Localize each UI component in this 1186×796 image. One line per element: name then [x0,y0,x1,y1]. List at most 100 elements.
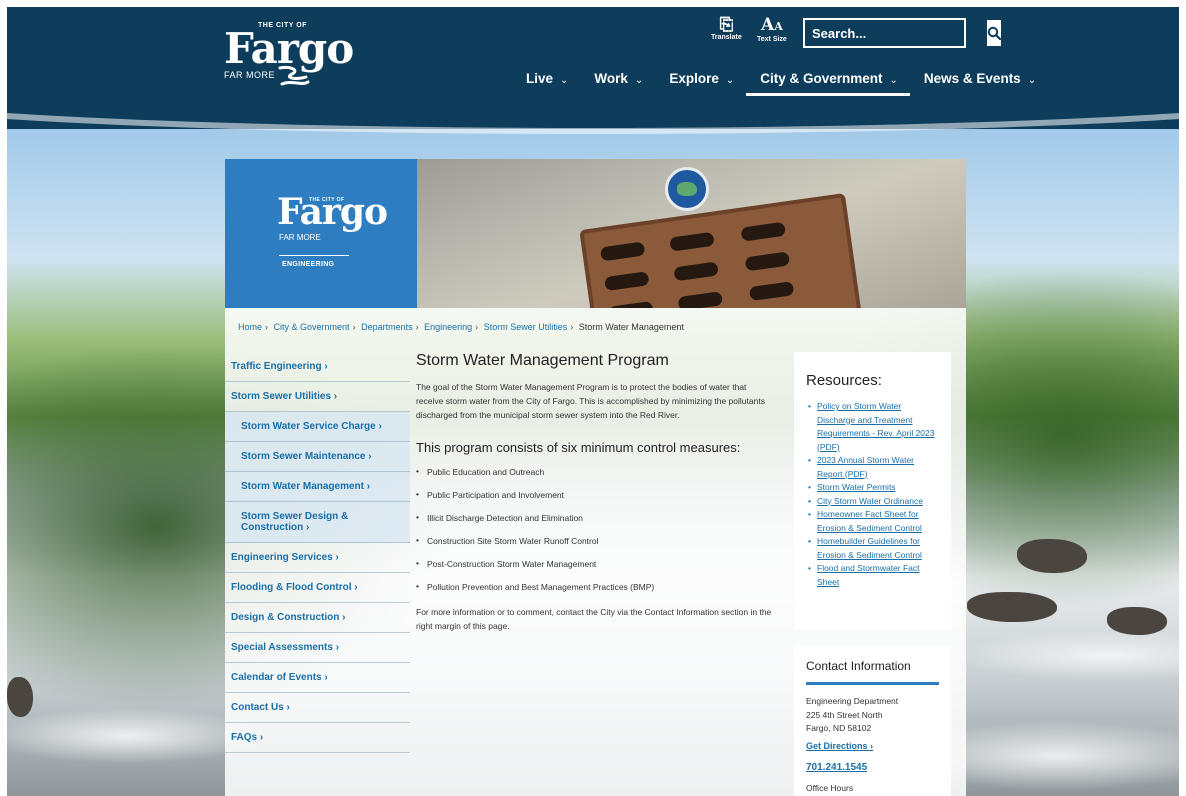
contact-department: Engineering Department [806,696,899,706]
sidebar-item-design-construction[interactable]: Design & Construction › [225,603,410,633]
list-item: Post-Construction Storm Water Management [416,558,772,569]
nav-work[interactable]: Work ⌄ [580,66,655,96]
breadcrumb-storm-sewer-utilities[interactable]: Storm Sewer Utilities [484,322,568,332]
breadcrumb-separator: › [415,322,419,332]
breadcrumb-separator: › [352,322,356,332]
intro-paragraph: The goal of the Storm Water Management P… [416,382,765,420]
page-title: Storm Water Management Program [416,352,669,369]
main-nav: Live ⌄ Work ⌄ Explore ⌄ City & Government ⌄ … [512,66,1048,96]
department-banner: Fargo THE CITY OF FAR MORE ENGINEERING [225,159,966,308]
breadcrumb-departments[interactable]: Departments [361,322,413,332]
resource-link-homebuilder-guidelines[interactable]: Homebuilder Guidelines for Erosion & Sed… [817,536,922,560]
resource-link-flood-fact-sheet[interactable]: Flood and Stormwater Fact Sheet [817,563,920,587]
river-swirl-icon [278,66,310,86]
city-logo[interactable]: THE CITY OF Fargo FAR MORE [224,22,354,92]
resources-title: Resources: [806,372,882,389]
nav-city-government[interactable]: City & Government ⌄ [746,66,910,96]
storm-drain-photo [417,159,966,308]
banner-logo-divider [279,255,349,256]
translate-button[interactable]: ⎘ Translate [711,16,742,41]
breadcrumb-city-government[interactable]: City & Government [274,322,350,332]
get-directions-link[interactable]: Get Directions › [806,741,939,751]
search-input[interactable] [805,20,987,46]
chevron-down-icon: ⌄ [634,75,644,86]
list-item: City Storm Water Ordinance [806,495,939,509]
contact-box: Contact Information Engineering Departme… [794,645,951,796]
sidebar-item-storm-sewer-design[interactable]: Storm Sewer Design & Construction › [225,502,410,543]
contact-city: Fargo, ND 58102 [806,723,872,733]
sidebar-item-calendar[interactable]: Calendar of Events › [225,663,410,693]
sidebar-item-storm-water-management[interactable]: Storm Water Management › [225,472,410,502]
text-size-button[interactable]: AA Text Size [757,16,787,43]
resource-link-policy[interactable]: Policy on Storm Water Discharge and Trea… [817,401,934,452]
chevron-down-icon: ⌄ [889,75,898,86]
sidebar-item-flooding[interactable]: Flooding & Flood Control › [225,573,410,603]
list-item: Pollution Prevention and Best Management… [416,581,772,592]
breadcrumb-current: Storm Water Management [578,322,684,332]
breadcrumb-engineering[interactable]: Engineering [424,322,472,332]
translate-label: Translate [711,34,742,41]
nav-news-events[interactable]: News & Events ⌄ [910,66,1048,96]
sidebar-item-storm-sewer-maintenance[interactable]: Storm Sewer Maintenance › [225,442,410,472]
sidebar-item-contact-us[interactable]: Contact Us › [225,693,410,723]
nav-live[interactable]: Live ⌄ [512,66,580,96]
main-content: Storm Water Management Program The goal … [416,352,772,633]
sidebar-item-engineering-services[interactable]: Engineering Services › [225,543,410,573]
closing-paragraph: For more information or to comment, cont… [416,607,772,631]
list-item: Flood and Stormwater Fact Sheet [806,562,939,589]
list-item: Public Education and Outreach [416,466,772,477]
text-size-label: Text Size [757,36,787,43]
breadcrumb-separator: › [265,322,269,332]
contact-title: Contact Information [806,659,939,685]
list-item: Construction Site Storm Water Runoff Con… [416,535,772,546]
chevron-down-icon: ⌄ [560,75,569,86]
content-panel: Fargo THE CITY OF FAR MORE ENGINEERING H… [225,159,966,796]
section-heading: This program consists of six minimum con… [416,440,741,455]
resource-link-permits[interactable]: Storm Water Permits [817,482,896,492]
sidebar-item-storm-sewer-utilities[interactable]: Storm Sewer Utilities › [225,382,410,412]
breadcrumb: Home › City & Government › Departments › En… [238,322,684,332]
banner-logo-tagline: FAR MORE [279,233,321,242]
translate-icon: ⎘ [719,15,734,35]
measures-list: Public Education and Outreach Public Par… [416,466,772,592]
resources-list: Policy on Storm Water Discharge and Trea… [806,400,939,589]
logo-tagline: FAR MORE [224,70,276,80]
list-item: 2023 Annual Storm Water Report (PDF) [806,454,939,481]
storm-drain-medallion [665,167,709,211]
banner-logo-small-text: THE CITY OF [309,197,345,203]
sidebar-item-faqs[interactable]: FAQs › [225,723,410,753]
engineering-logo[interactable]: Fargo THE CITY OF FAR MORE ENGINEERING [225,159,417,308]
sidebar-item-special-assessments[interactable]: Special Assessments › [225,633,410,663]
list-item: Policy on Storm Water Discharge and Trea… [806,400,939,454]
search-button[interactable] [987,20,1001,46]
contact-street: 225 4th Street North [806,709,883,720]
list-item: Storm Water Permits [806,481,939,495]
resources-box: Resources: Policy on Storm Water Dischar… [794,352,951,629]
sidebar-item-traffic-engineering[interactable]: Traffic Engineering › [225,352,410,382]
list-item: Public Participation and Involvement [416,489,772,500]
chevron-down-icon: ⌄ [1027,75,1037,86]
chevron-down-icon: ⌄ [725,75,735,86]
rock [1017,539,1087,573]
text-size-icon: AA [761,15,783,35]
resource-link-annual-report[interactable]: 2023 Annual Storm Water Report (PDF) [817,455,914,479]
nav-explore[interactable]: Explore ⌄ [655,66,746,96]
breadcrumb-separator: › [570,322,574,332]
list-item: Homebuilder Guidelines for Erosion & Sed… [806,535,939,562]
resource-link-homeowner-fact-sheet[interactable]: Homeowner Fact Sheet for Erosion & Sedim… [817,509,922,533]
storm-drain-grate [579,192,863,308]
banner-dept-label: ENGINEERING [282,261,335,268]
sidebar-menu: Traffic Engineering › Storm Sewer Utilit… [225,352,410,753]
search-form [803,18,1001,48]
resource-link-ordinance[interactable]: City Storm Water Ordinance [817,496,923,506]
rock [1107,607,1167,635]
phone-link[interactable]: 701.241.1545 [806,762,939,773]
rock [967,592,1057,622]
breadcrumb-home[interactable]: Home [238,322,262,332]
search-icon [987,26,1001,40]
rock [7,677,33,717]
header-wave [7,98,1179,142]
list-item: Illicit Discharge Detection and Eliminat… [416,512,772,523]
sidebar-item-storm-water-service-charge[interactable]: Storm Water Service Charge › [225,412,410,442]
list-item: Homeowner Fact Sheet for Erosion & Sedim… [806,508,939,535]
